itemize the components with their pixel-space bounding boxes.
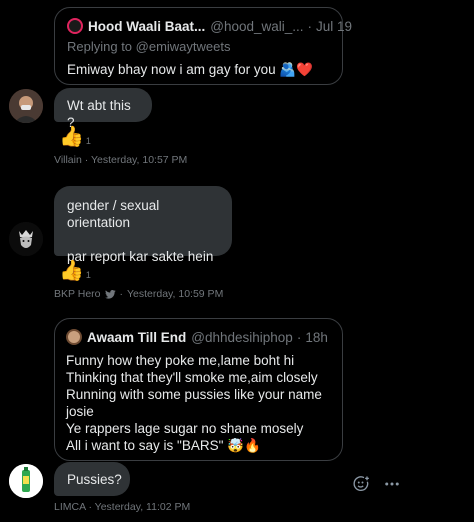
message-timestamp: Yesterday, 10:59 PM [127, 288, 224, 300]
message-reaction[interactable]: 👍 1 [59, 260, 91, 282]
separator-dot: · [84, 154, 89, 166]
quoted-tweet-card[interactable]: Hood Waali Baat... @hood_wali_... · Jul … [54, 7, 352, 85]
sender-name: LIMCA [54, 501, 86, 513]
lion-logo-icon [9, 222, 43, 256]
quoted-tweet-card[interactable]: Awaam Till End @dhhdesihiphop · 18h Funn… [54, 318, 343, 461]
quoted-tweet-line: Funny how they poke me,lame boht hi [66, 353, 295, 368]
quoted-tweet-text-line: Emiway bhay now i am gay for you 🫂❤️ [67, 61, 330, 78]
quoted-tweet-line: josie [66, 404, 94, 419]
message-bubble[interactable]: gender / sexual orientation par report k… [54, 186, 232, 264]
sender-name: BKP Hero [54, 288, 101, 300]
quoted-author-handle: @hood_wali_... [210, 18, 304, 34]
quoted-tweet-text: Emiway bhay now i am gay for you [67, 62, 276, 77]
quoted-author-handle: @dhhdesihiphop [191, 329, 293, 345]
quoted-author-name: Hood Waali Baat... [88, 18, 206, 34]
reaction-count: 1 [85, 270, 91, 280]
message-bubble[interactable]: Wt abt this ? [54, 88, 152, 130]
replying-to-label: Replying to @emiwaytweets [67, 39, 231, 54]
quoted-tweet-body: Funny how they poke me,lame boht hi Thin… [66, 352, 331, 454]
avatar-villain[interactable] [9, 89, 43, 123]
quoted-tweet-line: Thinking that they'll smoke me,aim close… [66, 370, 318, 385]
separator-dot: · [88, 501, 92, 513]
reaction-count: 1 [85, 136, 91, 146]
message-text: Pussies? [67, 472, 122, 487]
bottle-logo-icon [9, 464, 43, 498]
thumbs-up-icon: 👍 [59, 260, 84, 282]
quoted-tweet-date: 18h [305, 329, 328, 345]
person-photo-icon [9, 89, 43, 123]
message-meta: BKP Hero · Yesterday, 10:59 PM [54, 288, 223, 300]
quoted-author-avatar [67, 18, 83, 34]
add-reaction-icon[interactable] [352, 475, 370, 493]
quoted-tweet-date: Jul 19 [316, 18, 353, 34]
quoted-tweet-line: Running with some pussies like your name [66, 387, 322, 402]
quoted-tweet-emoji: 🤯🔥 [227, 438, 261, 453]
separator-dot: · [119, 288, 124, 300]
quoted-tweet-last-line: All i want to say is "BARS" 🤯🔥 [66, 437, 331, 454]
quoted-tweet-line: Ye rappers lage sugar no shane mosely [66, 421, 304, 436]
sender-name: Villain [54, 154, 82, 166]
more-options-icon[interactable] [383, 475, 401, 493]
quoted-tweet-emoji: 🫂❤️ [279, 62, 313, 77]
quoted-tweet-line: All i want to say is "BARS" [66, 438, 224, 453]
message-timestamp: Yesterday, 10:57 PM [90, 154, 188, 166]
thumbs-up-icon: 👍 [59, 126, 84, 148]
message-meta: Villain · Yesterday, 10:57 PM [54, 154, 187, 166]
avatar-bkp-hero[interactable] [9, 222, 43, 256]
quoted-author-name: Awaam Till End [87, 329, 187, 345]
message-bubble[interactable]: Pussies? [54, 462, 130, 496]
message-timestamp: Yesterday, 11:02 PM [94, 501, 191, 513]
message-meta: LIMCA · Yesterday, 11:02 PM [54, 501, 190, 513]
verified-badge-icon [104, 289, 116, 299]
quoted-tweet-header: Hood Waali Baat... @hood_wali_... · Jul … [67, 18, 352, 34]
message-text-line: gender / sexual orientation [67, 198, 160, 230]
quoted-author-avatar [66, 329, 82, 345]
message-reaction[interactable]: 👍 1 [59, 126, 91, 148]
separator-dot: · [307, 18, 313, 34]
avatar-limca[interactable] [9, 464, 43, 498]
separator-dot: · [296, 329, 302, 345]
quoted-tweet-header: Awaam Till End @dhhdesihiphop · 18h [66, 329, 331, 345]
